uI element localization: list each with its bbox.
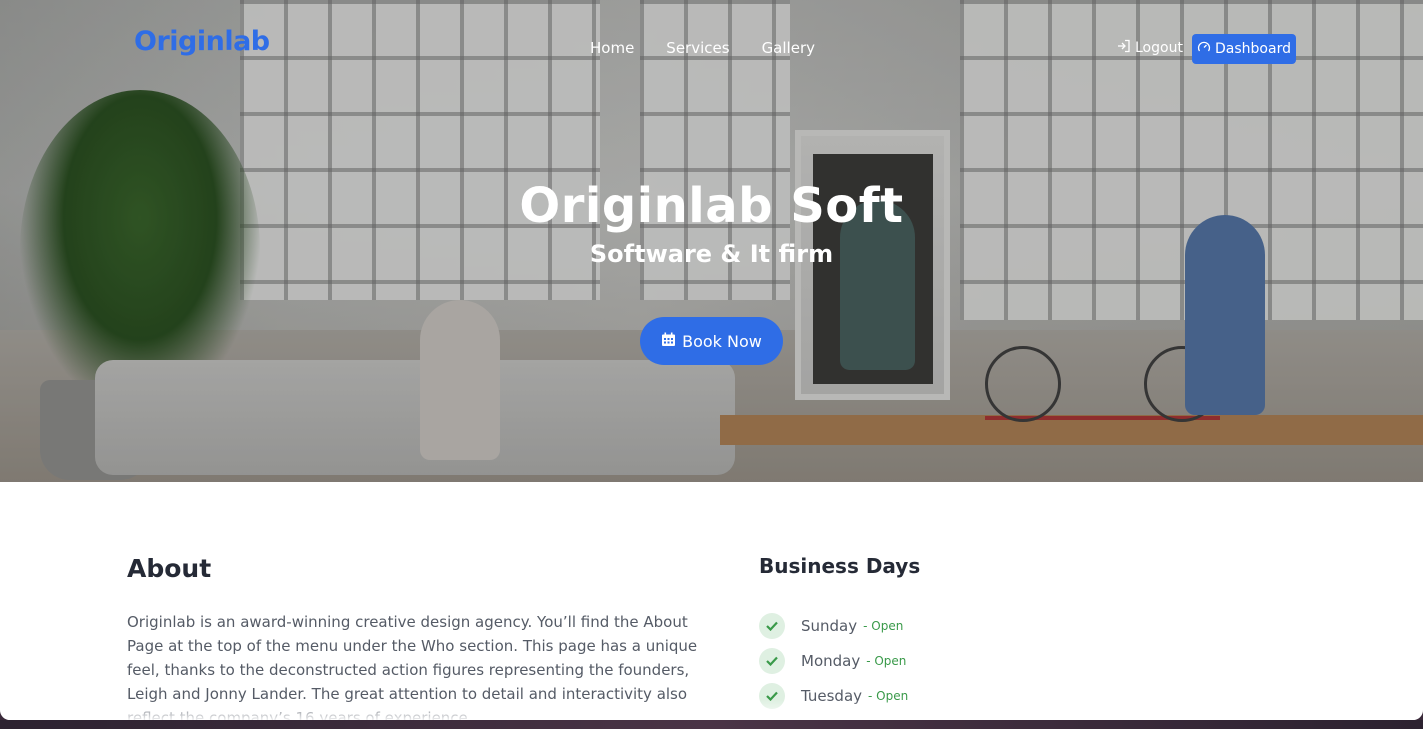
os-taskbar	[0, 720, 1423, 729]
hero-title: Originlab Soft	[519, 178, 904, 234]
logout-label: Logout	[1135, 40, 1183, 56]
day-name: Monday	[801, 651, 861, 670]
list-item: Monday - Open	[759, 643, 908, 678]
nav-link-gallery[interactable]: Gallery	[762, 39, 815, 57]
list-item: Sunday - Open	[759, 608, 908, 643]
main-nav: Home Services Gallery	[590, 39, 815, 57]
dashboard-label: Dashboard	[1215, 41, 1291, 57]
logout-icon	[1117, 39, 1131, 57]
business-days-list: Sunday - Open Monday - Open Tuesday - Op…	[759, 608, 908, 713]
about-heading: About	[127, 554, 212, 583]
business-days-heading: Business Days	[759, 554, 921, 578]
brand-logo[interactable]: Originlab	[134, 26, 270, 57]
book-now-label: Book Now	[682, 331, 762, 351]
logout-link[interactable]: Logout	[1117, 39, 1183, 57]
hero-section: Originlab Home Services Gallery Logout D…	[0, 0, 1423, 482]
calendar-icon	[661, 332, 676, 351]
scroll-fade	[0, 700, 1423, 720]
check-icon	[759, 647, 785, 674]
day-name: Sunday	[801, 616, 858, 635]
nav-link-home[interactable]: Home	[590, 39, 634, 57]
day-status: - Open	[866, 653, 907, 668]
day-status: - Open	[863, 618, 904, 633]
nav-link-services[interactable]: Services	[666, 39, 729, 57]
book-now-button[interactable]: Book Now	[640, 317, 783, 365]
dashboard-button[interactable]: Dashboard	[1192, 34, 1296, 64]
browser-page: Originlab Home Services Gallery Logout D…	[0, 0, 1423, 720]
check-icon	[759, 612, 785, 639]
gauge-icon	[1197, 40, 1211, 58]
hero-subtitle: Software & It firm	[589, 240, 834, 268]
